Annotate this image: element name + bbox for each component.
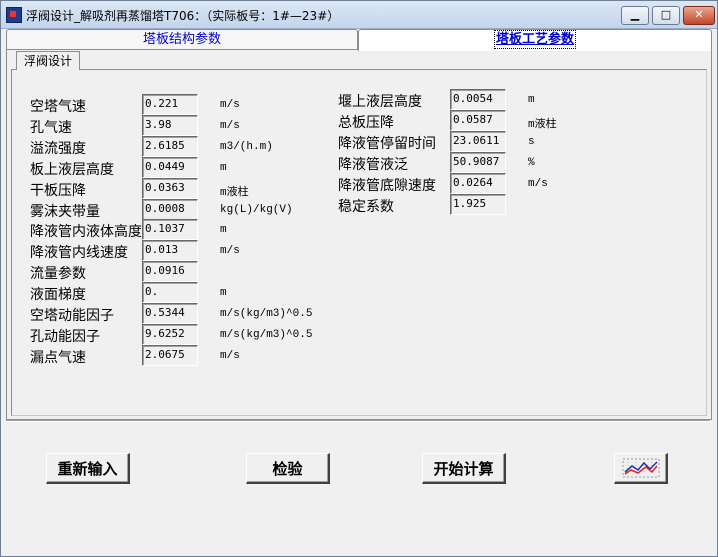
check-button[interactable]: 检验	[246, 453, 330, 484]
window-title: 浮阀设计_解吸剂再蒸馏塔T706：（实际板号：1#—23#）	[26, 9, 340, 23]
param-label: 堰上液层高度	[338, 94, 422, 110]
param-unit: m/s(kg/m3)^0.5	[220, 308, 313, 320]
param-label: 板上液层高度	[30, 161, 114, 178]
param-value-field[interactable]: 1.925	[450, 194, 506, 215]
param-value-field[interactable]: 0.221	[142, 94, 198, 115]
param-unit: m/s	[220, 119, 240, 132]
param-unit: m液柱	[528, 119, 557, 131]
maximize-button[interactable]: □	[652, 6, 680, 25]
param-label: 空塔动能因子	[30, 308, 114, 324]
param-value-field[interactable]: 0.1037	[142, 219, 198, 241]
param-label: 干板压降	[30, 182, 86, 199]
param-value-field[interactable]: 2.6185	[142, 135, 198, 157]
subtab-valve-design[interactable]: 浮阀设计	[16, 51, 80, 70]
param-label: 流量参数	[30, 266, 86, 283]
param-value-field[interactable]: 0.0449	[142, 156, 198, 178]
param-unit: m	[220, 224, 227, 237]
param-unit: kg(L)/kg(V)	[220, 203, 293, 216]
param-unit: m	[220, 161, 227, 174]
param-unit: s	[528, 136, 535, 148]
tab-label: 塔板工艺参数	[493, 30, 577, 49]
tab-tray-structure[interactable]: 塔板结构参数	[6, 29, 358, 50]
param-unit: m/s	[220, 245, 240, 258]
param-label: 稳定系数	[338, 199, 394, 215]
param-value-field[interactable]: 0.	[142, 282, 198, 304]
chart-button[interactable]	[614, 453, 668, 484]
param-unit: m/s	[220, 349, 240, 362]
param-unit: m/s(kg/m3)^0.5	[220, 328, 313, 341]
param-unit: m液柱	[220, 186, 249, 199]
tab-label: 塔板结构参数	[142, 32, 221, 47]
param-label: 漏点气速	[30, 349, 86, 366]
minimize-button[interactable]: ▁	[621, 6, 649, 25]
param-unit: m/s	[528, 178, 548, 190]
param-unit: %	[528, 157, 535, 169]
param-label: 降液管底隙速度	[338, 178, 436, 194]
param-label: 孔气速	[30, 119, 72, 136]
param-label: 溢流强度	[30, 140, 86, 157]
param-label: 空塔气速	[30, 99, 86, 115]
param-value-field[interactable]: 3.98	[142, 114, 198, 136]
param-unit: m	[528, 94, 535, 106]
param-label: 雾沫夹带量	[30, 203, 100, 220]
reinput-button[interactable]: 重新输入	[46, 453, 130, 484]
param-value-field[interactable]: 0.0363	[142, 177, 198, 199]
param-label: 降液管停留时间	[338, 136, 436, 152]
param-value-field[interactable]: 0.5344	[142, 303, 198, 324]
param-label: 液面梯度	[30, 287, 86, 304]
param-label: 降液管内液体高度	[30, 224, 142, 241]
param-unit: m3/(h.m)	[220, 140, 273, 153]
app-icon	[6, 7, 22, 23]
param-value-field[interactable]: 0.0264	[450, 173, 506, 194]
tab-tray-process[interactable]: 塔板工艺参数	[358, 29, 712, 51]
param-value-field[interactable]: 0.0008	[142, 198, 198, 220]
param-value-field[interactable]: 0.013	[142, 240, 198, 262]
param-value-field[interactable]: 0.0916	[142, 261, 198, 283]
param-value-field[interactable]: 50.9087	[450, 152, 506, 173]
separator	[6, 420, 710, 422]
param-value-field[interactable]: 23.0611	[450, 131, 506, 152]
param-unit: m	[220, 287, 227, 300]
param-label: 降液管液泛	[338, 157, 408, 173]
param-value-field[interactable]: 9.6252	[142, 323, 198, 345]
param-unit: m/s	[220, 99, 240, 111]
param-label: 孔动能因子	[30, 328, 100, 345]
param-label: 降液管内线速度	[30, 245, 128, 262]
title-bar: 浮阀设计_解吸剂再蒸馏塔T706：（实际板号：1#—23#） ▁ □ ✕	[1, 1, 717, 29]
close-button[interactable]: ✕	[683, 6, 715, 25]
param-value-field[interactable]: 2.0675	[142, 344, 198, 366]
line-chart-icon	[622, 458, 659, 478]
param-value-field[interactable]: 0.0587	[450, 110, 506, 131]
param-value-field[interactable]: 0.0054	[450, 89, 506, 110]
param-label: 总板压降	[338, 115, 394, 131]
calculate-button[interactable]: 开始计算	[422, 453, 506, 484]
